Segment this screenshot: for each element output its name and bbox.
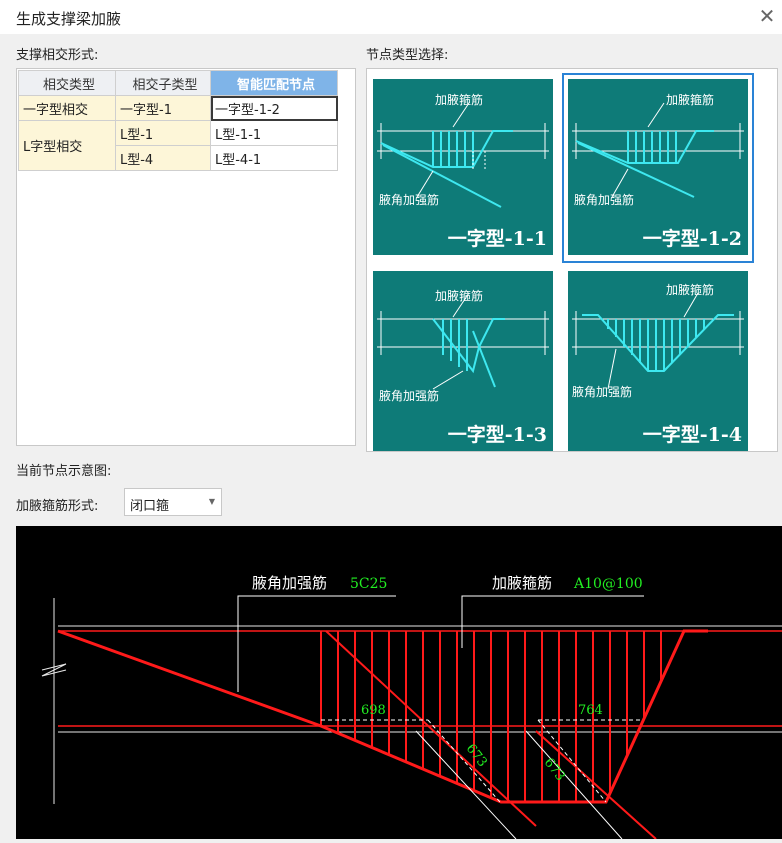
selected-thumb-frame [562, 73, 754, 263]
table-cell-subtype[interactable]: L型-1 [115, 120, 211, 146]
column-header: 相交类型 [18, 70, 116, 96]
node-thumb-1-4[interactable]: 加腋箍筋 腋角加强筋 一字型-1-4 [568, 271, 748, 451]
dim-right: 764 [578, 703, 603, 718]
table-cell-node[interactable]: L型-1-1 [210, 120, 338, 146]
dim-diag-right: 673 [541, 755, 568, 784]
rebar-label: 腋角加强筋 [252, 574, 327, 592]
rebar-value: 5C25 [350, 576, 387, 592]
table-header-row: 相交类型 相交子类型 智能匹配节点 [18, 70, 338, 96]
stirrup-form-value: 闭口箍 [130, 499, 170, 514]
thumb-note-bottom: 腋角加强筋 [379, 193, 440, 207]
thumb-note-bottom: 腋角加强筋 [379, 389, 440, 403]
column-header: 相交子类型 [115, 70, 211, 96]
node-preview-canvas: 腋角加强筋 5C25 加腋箍筋 A10@100 698 764 673 673 [16, 526, 782, 840]
stirrup-form-select[interactable]: 闭口箍 ▼ [124, 488, 222, 516]
stirrup-form-label: 加腋箍筋形式: [16, 499, 99, 514]
thumb-note-bottom: 腋角加强筋 [572, 385, 633, 399]
stirrup-label: 加腋箍筋 [492, 574, 552, 592]
intersection-table-panel: 相交类型 相交子类型 智能匹配节点 一字型相交 一字型-1 一字型-1-2 L字… [16, 68, 356, 446]
intersection-table: 相交类型 相交子类型 智能匹配节点 一字型相交 一字型-1 一字型-1-2 L字… [18, 70, 338, 171]
intersection-form-label: 支撑相交形式: [16, 48, 99, 63]
table-cell-node[interactable]: L型-4-1 [210, 145, 338, 171]
dialog-title: 生成支撑梁加腋 [16, 10, 122, 28]
table-row[interactable]: L字型相交 L型-1 L型-1-1 [18, 120, 338, 171]
stirrup-value: A10@100 [573, 576, 643, 592]
column-header: 智能匹配节点 [210, 70, 338, 96]
thumb-label: 一字型-1-4 [642, 424, 742, 446]
table-cell-subtype[interactable]: 一字型-1 [115, 95, 211, 121]
thumb-note-top: 加腋箍筋 [666, 283, 715, 297]
chevron-down-icon: ▼ [208, 497, 215, 506]
table-row[interactable]: 一字型相交 一字型-1 一字型-1-2 [18, 95, 338, 121]
node-type-panel: 加腋箍筋 腋角加强筋 一字型-1-1 加腋箍筋 腋角加强筋 一字型-1-2 加腋… [366, 68, 778, 452]
node-thumb-1-1[interactable]: 加腋箍筋 腋角加强筋 一字型-1-1 [373, 79, 553, 255]
thumb-note-top: 加腋箍筋 [435, 93, 484, 107]
preview-drawing: 腋角加强筋 5C25 加腋箍筋 A10@100 698 764 673 673 [41, 574, 782, 840]
table-cell-type[interactable]: 一字型相交 [18, 95, 116, 121]
node-thumb-1-3[interactable]: 加腋箍筋 腋角加强筋 一字型-1-3 [373, 271, 553, 451]
title-bar: 生成支撑梁加腋 ✕ [0, 0, 782, 34]
table-cell-type[interactable]: L字型相交 [18, 120, 116, 171]
table-cell-node[interactable]: 一字型-1-2 [210, 95, 338, 121]
dim-diag-left: 673 [463, 741, 490, 770]
thumb-label: 一字型-1-3 [447, 424, 547, 446]
table-cell-subtype[interactable]: L型-4 [115, 145, 211, 171]
preview-label: 当前节点示意图: [16, 464, 112, 479]
dim-left: 698 [361, 703, 386, 718]
close-icon[interactable]: ✕ [756, 5, 778, 27]
thumb-note-top: 加腋箍筋 [435, 289, 484, 303]
node-type-label: 节点类型选择: [366, 48, 449, 63]
thumb-label: 一字型-1-1 [447, 228, 547, 250]
